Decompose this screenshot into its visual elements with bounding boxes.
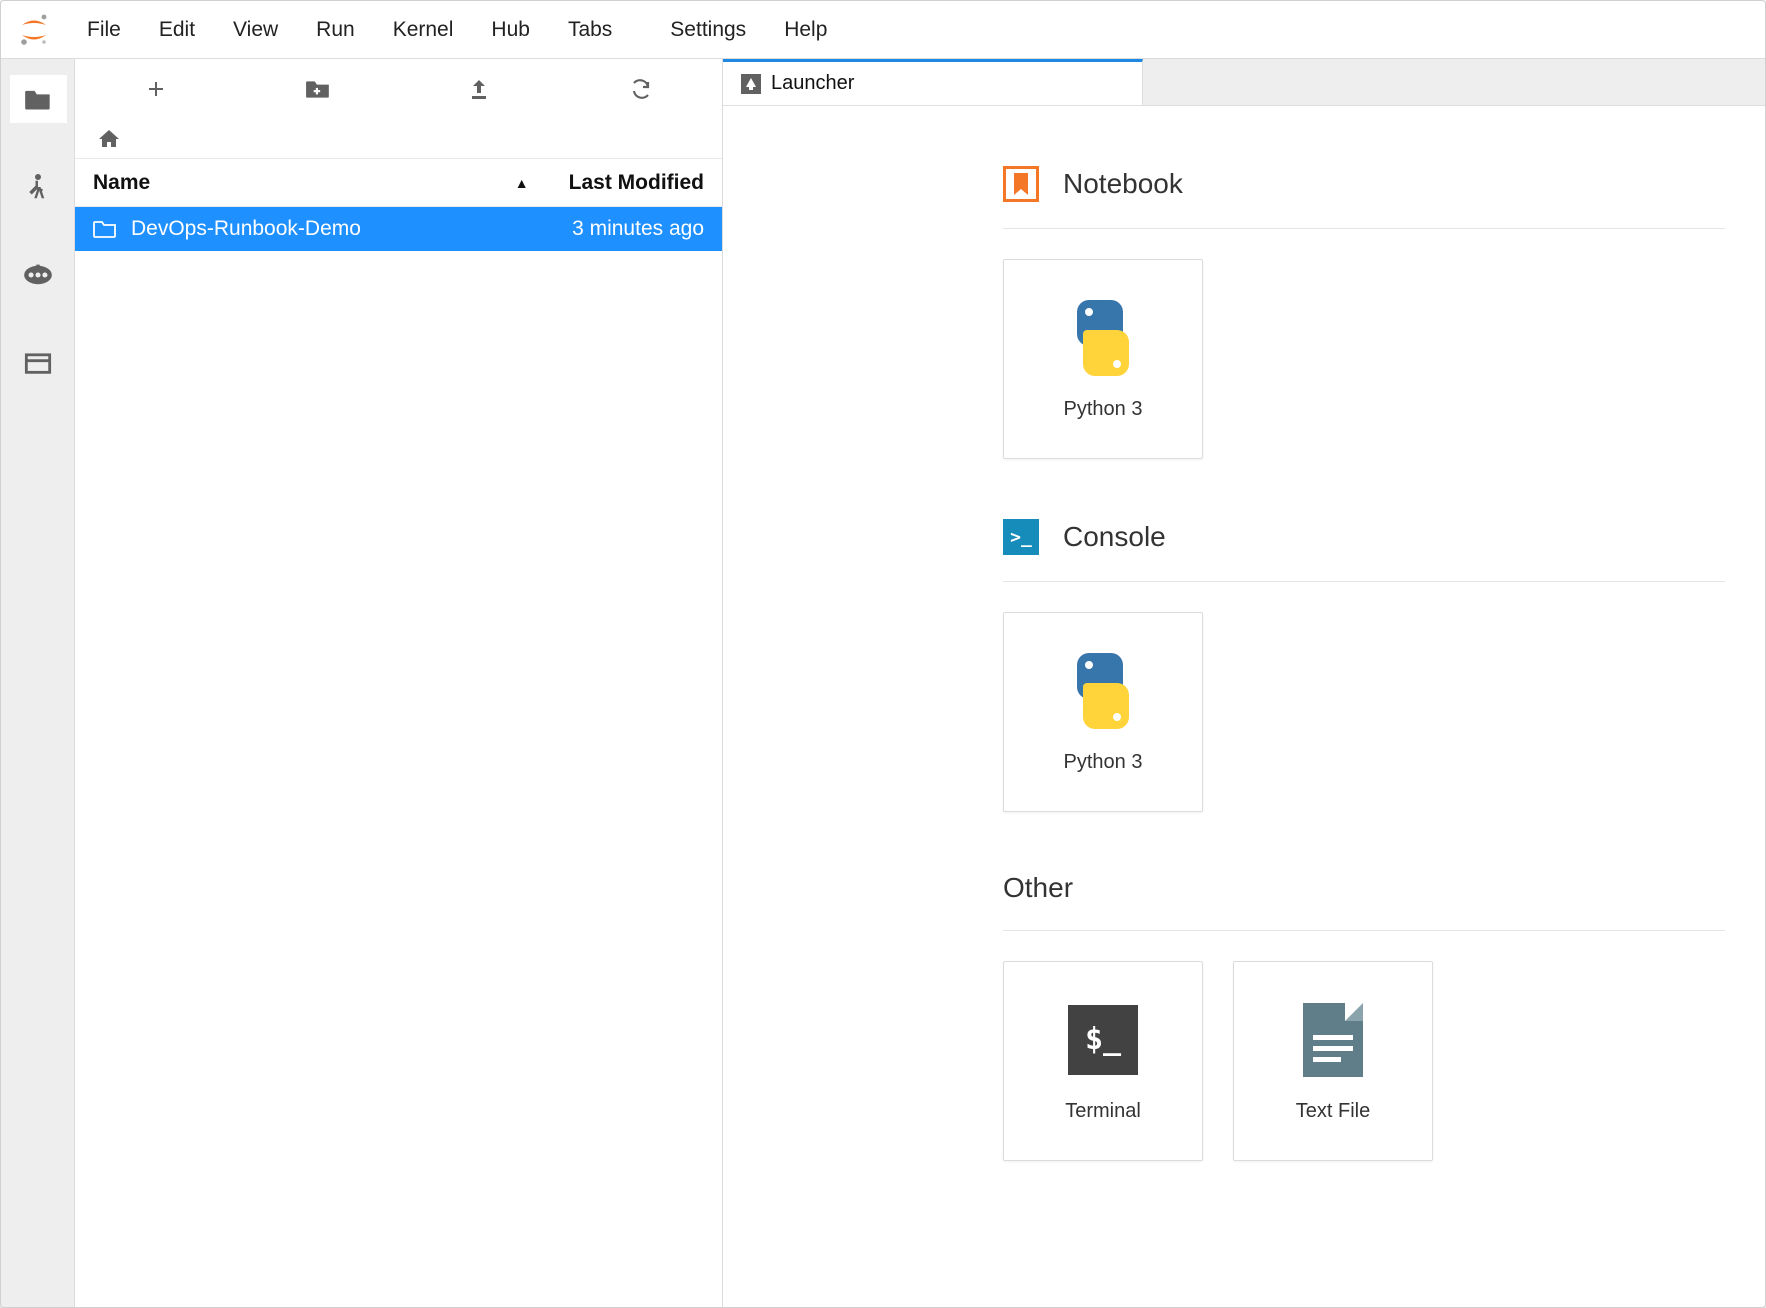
home-icon	[97, 128, 121, 150]
launcher-section-console: >_ Console Python 3	[1003, 519, 1725, 812]
breadcrumb[interactable]	[75, 119, 722, 159]
file-list: DevOps-Runbook-Demo 3 minutes ago	[75, 207, 722, 251]
jupyterlab-window: File Edit View Run Kernel Hub Tabs Setti…	[0, 0, 1766, 1308]
new-folder-button[interactable]	[298, 69, 338, 109]
card-label: Terminal	[1065, 1100, 1141, 1123]
python-logo-icon	[1061, 651, 1145, 731]
section-label: Notebook	[1063, 168, 1183, 200]
menu-view[interactable]: View	[215, 12, 296, 48]
column-modified-header[interactable]: Last Modified	[569, 171, 704, 195]
activity-running[interactable]	[10, 163, 66, 211]
file-row[interactable]: DevOps-Runbook-Demo 3 minutes ago	[75, 207, 722, 251]
upload-button[interactable]	[459, 69, 499, 109]
section-label: Other	[1003, 872, 1073, 904]
sort-ascending-icon: ▲	[515, 175, 529, 191]
activity-tabs[interactable]	[10, 339, 66, 387]
launcher-section-notebook: Notebook Python 3	[1003, 166, 1725, 459]
launcher-card-terminal[interactable]: $_ Terminal	[1003, 961, 1203, 1161]
notebook-section-icon	[1003, 166, 1039, 202]
activity-filebrowser[interactable]	[10, 75, 67, 123]
menu-help[interactable]: Help	[766, 12, 845, 48]
launcher-card-textfile[interactable]: Text File	[1233, 961, 1433, 1161]
card-label: Python 3	[1064, 398, 1143, 421]
menu-kernel[interactable]: Kernel	[375, 12, 472, 48]
file-list-header: Name ▲ Last Modified	[75, 159, 722, 207]
tab-bar: Launcher	[723, 59, 1765, 105]
menu-tabs[interactable]: Tabs	[550, 12, 630, 48]
launcher-section-other: Other $_ Terminal Text File	[1003, 872, 1725, 1161]
tab-label: Launcher	[771, 72, 854, 95]
file-toolbar	[75, 59, 722, 119]
file-name: DevOps-Runbook-Demo	[131, 217, 572, 241]
file-modified: 3 minutes ago	[572, 217, 704, 241]
menu-hub[interactable]: Hub	[473, 12, 548, 48]
activity-bar	[1, 59, 75, 1307]
folder-icon	[93, 219, 117, 239]
launcher-card-console-python3[interactable]: Python 3	[1003, 612, 1203, 812]
terminal-icon: $_	[1061, 1000, 1145, 1080]
text-file-icon	[1291, 1000, 1375, 1080]
tab-launcher[interactable]: Launcher	[723, 59, 1143, 105]
card-label: Python 3	[1064, 751, 1143, 774]
menubar: File Edit View Run Kernel Hub Tabs Setti…	[1, 1, 1765, 59]
menu-settings[interactable]: Settings	[652, 12, 764, 48]
launcher-card-notebook-python3[interactable]: Python 3	[1003, 259, 1203, 459]
refresh-button[interactable]	[621, 69, 661, 109]
launcher-tab-icon	[741, 74, 761, 94]
menu-file[interactable]: File	[69, 12, 139, 48]
card-label: Text File	[1296, 1100, 1370, 1123]
menu-edit[interactable]: Edit	[141, 12, 213, 48]
activity-commands[interactable]	[10, 251, 66, 299]
section-label: Console	[1063, 521, 1166, 553]
new-launcher-button[interactable]	[136, 69, 176, 109]
launcher-content: Notebook Python 3 >_ Co	[723, 105, 1765, 1307]
python-logo-icon	[1061, 298, 1145, 378]
menu-run[interactable]: Run	[298, 12, 373, 48]
file-browser-panel: Name ▲ Last Modified DevOps-Runbook-Demo…	[75, 59, 723, 1307]
console-section-icon: >_	[1003, 519, 1039, 555]
main-area: Launcher Notebook	[723, 59, 1765, 1307]
jupyter-logo-icon	[15, 11, 53, 49]
column-name-header[interactable]: Name	[93, 171, 150, 195]
